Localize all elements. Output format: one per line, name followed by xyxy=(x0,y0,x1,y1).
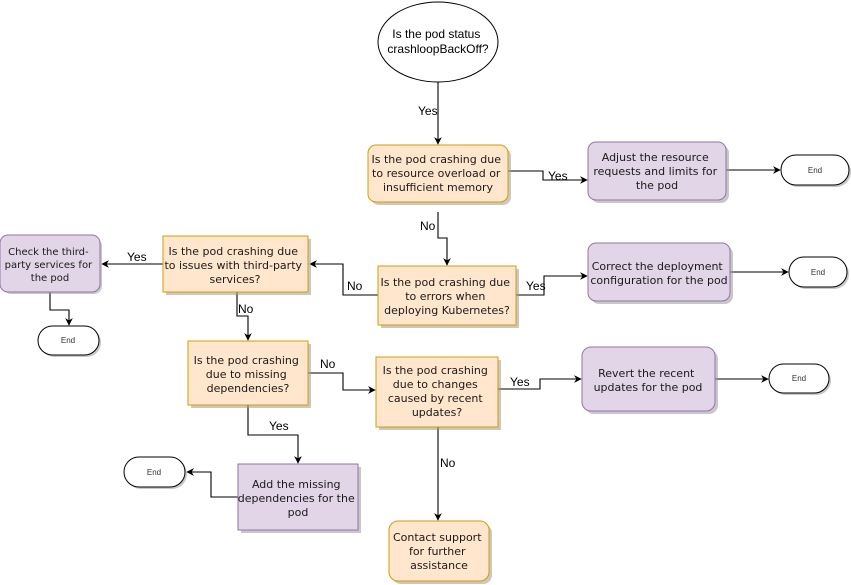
edge-label-resource-no: No xyxy=(420,219,436,233)
end-node-label: End xyxy=(147,468,161,477)
flowchart-canvas: Yes Yes No Yes No Yes No No Yes Yes No I… xyxy=(0,1,851,584)
decision-third-party[interactable]: Is the pod crashing due to issues with t… xyxy=(162,235,311,295)
start-node-label: Is the pod status crashloopBackOff? xyxy=(387,27,488,56)
end-node-label: End xyxy=(808,166,822,175)
edge-label-kubernetes-no: No xyxy=(347,279,363,293)
end-node-revert[interactable]: End xyxy=(768,363,831,395)
action-add-dependencies[interactable]: Add the missing dependencies for the pod xyxy=(237,463,361,533)
end-node-add[interactable]: End xyxy=(123,456,187,489)
edge-resource-no xyxy=(437,212,451,266)
start-node[interactable]: Is the pod status crashloopBackOff? xyxy=(377,1,499,83)
action-correct-deployment-label: Correct the deployment configuration for… xyxy=(590,260,727,287)
action-adjust-resources[interactable]: Adjust the resource requests and limits … xyxy=(587,141,729,203)
edge-add-to-end xyxy=(186,468,238,498)
action-contact-support[interactable]: Contact support for further assistance xyxy=(388,520,492,584)
decision-missing-dependencies-label: Is the pod crashing due to missing depen… xyxy=(194,354,303,395)
action-check-third-party[interactable]: Check the third- party services for the … xyxy=(0,234,102,294)
decision-resource-overload[interactable]: Is the pod crashing due to resource over… xyxy=(367,144,511,205)
decision-recent-updates[interactable]: Is the pod crashing due to changes cause… xyxy=(375,356,501,430)
action-revert-updates-label: Revert the recent updates for the pod xyxy=(594,367,703,394)
edge-label-dependencies-yes: Yes xyxy=(269,419,289,433)
edge-dependencies-no xyxy=(308,372,376,394)
edge-label-resource-yes: Yes xyxy=(548,169,568,183)
decision-missing-dependencies[interactable]: Is the pod crashing due to missing depen… xyxy=(187,340,311,408)
end-node-check[interactable]: End xyxy=(37,325,101,357)
action-revert-updates[interactable]: Revert the recent updates for the pod xyxy=(581,346,718,414)
edge-label-start-yes: Yes xyxy=(418,104,438,118)
decision-kubernetes-errors[interactable]: Is the pod crashing due to errors when d… xyxy=(377,265,519,328)
edge-dependencies-yes xyxy=(247,405,302,464)
edge-label-kubernetes-yes: Yes xyxy=(526,279,546,293)
end-node-adjust[interactable]: End xyxy=(780,154,851,187)
end-node-label: End xyxy=(811,268,825,277)
end-node-label: End xyxy=(792,374,806,383)
edge-kubernetes-no xyxy=(309,260,378,296)
edge-label-dependencies-no: No xyxy=(320,357,336,371)
decision-resource-overload-label: Is the pod crashing due to resource over… xyxy=(372,153,505,194)
edge-check-to-end xyxy=(49,292,73,326)
end-node-correct[interactable]: End xyxy=(788,256,849,289)
action-correct-deployment[interactable]: Correct the deployment configuration for… xyxy=(587,242,733,304)
edge-label-thirdparty-yes: Yes xyxy=(127,250,147,264)
edge-label-updates-yes: Yes xyxy=(510,375,530,389)
edge-thirdparty-no xyxy=(236,292,252,341)
edge-label-updates-no: No xyxy=(440,456,456,470)
edge-label-thirdparty-no: No xyxy=(238,302,254,316)
end-node-label: End xyxy=(61,336,75,345)
